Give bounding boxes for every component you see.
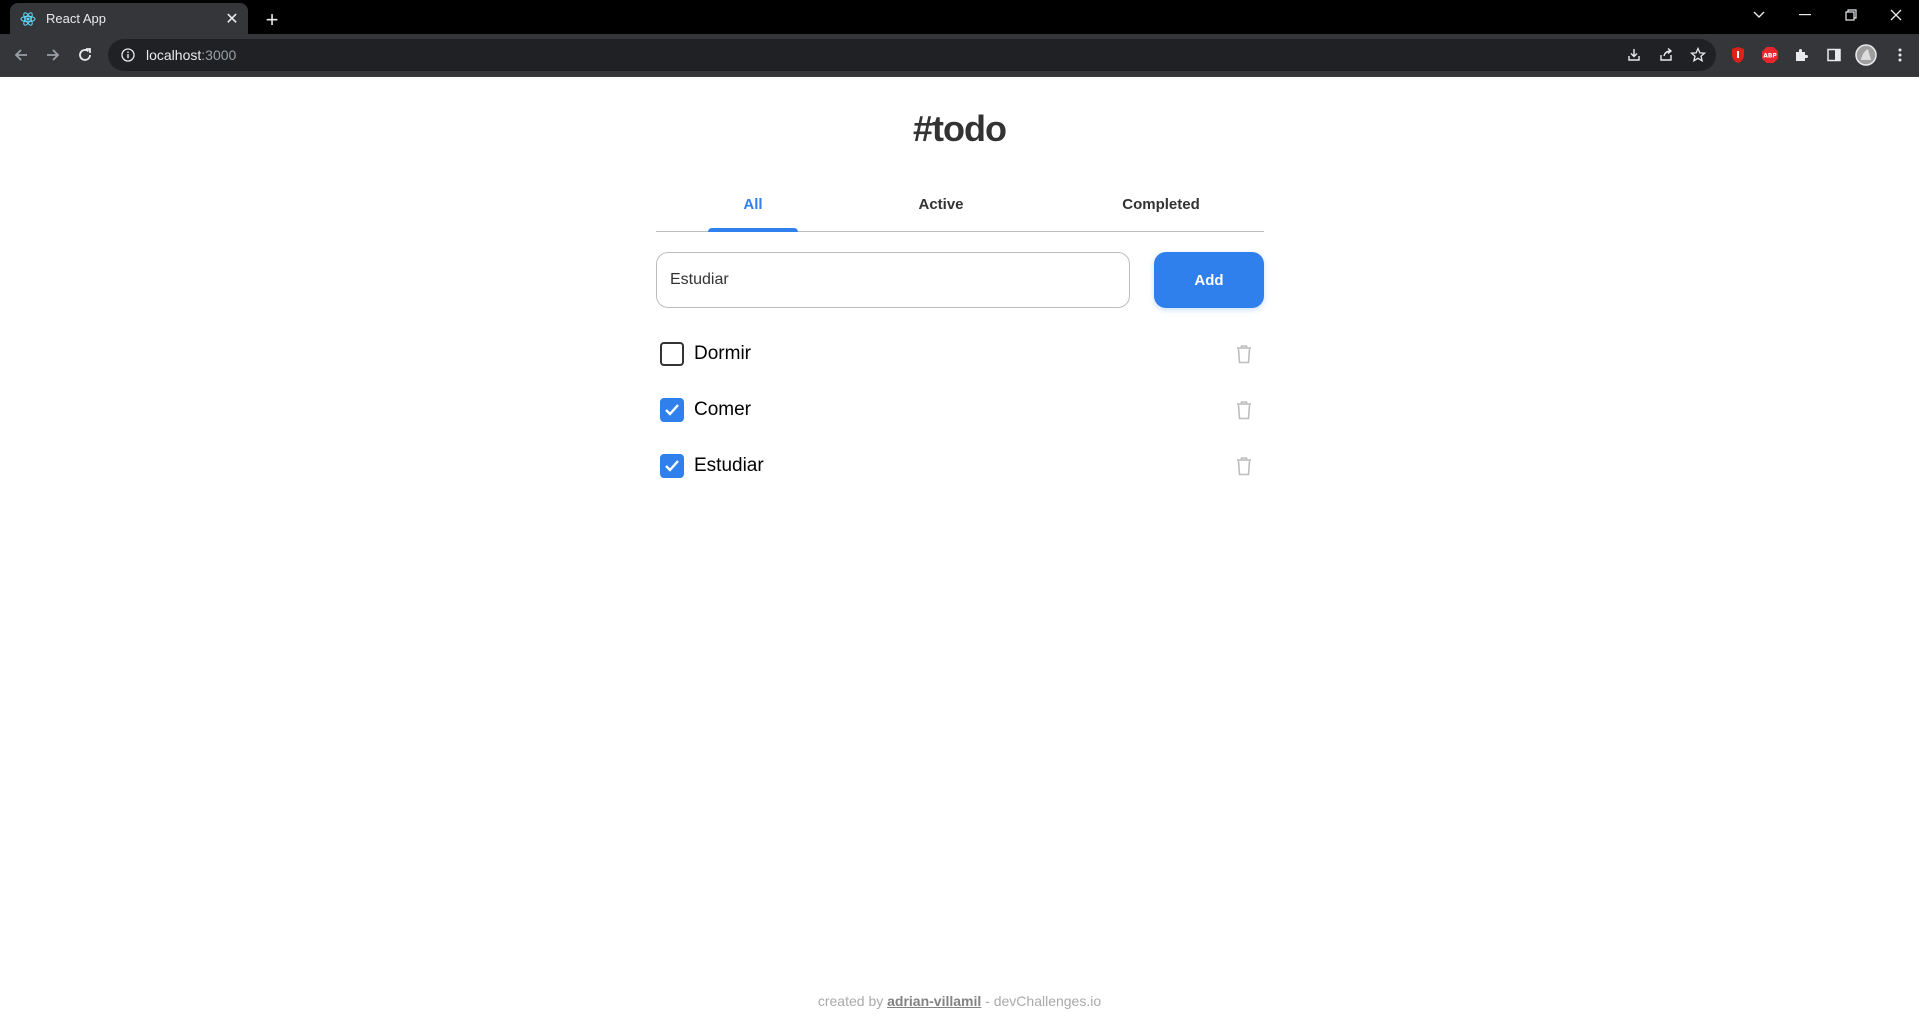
info-icon[interactable] xyxy=(120,47,136,63)
url-host: localhost xyxy=(146,47,202,63)
task-input[interactable] xyxy=(656,252,1130,308)
tab-label: Active xyxy=(918,196,964,213)
hand-stop-icon xyxy=(1732,47,1744,63)
side-panel-button[interactable] xyxy=(1820,41,1848,69)
side-panel-icon xyxy=(1827,48,1841,62)
tab-completed[interactable]: Completed xyxy=(1096,196,1226,232)
todo-label: Dormir xyxy=(694,343,751,364)
checkmark-icon xyxy=(665,404,679,416)
share-button[interactable] xyxy=(1652,41,1680,69)
list-item: Estudiar xyxy=(656,438,1264,494)
extension-adblock-button[interactable] xyxy=(1724,41,1752,69)
toolbar-divider xyxy=(0,76,1919,77)
share-icon xyxy=(1660,47,1673,61)
footer-suffix: - devChallenges.io xyxy=(981,993,1102,1009)
arrow-left-icon xyxy=(14,49,27,61)
author-link[interactable]: adrian-villamil xyxy=(887,993,981,1009)
tab-all[interactable]: All xyxy=(708,196,798,232)
avatar xyxy=(1855,44,1877,66)
page-title: #todo xyxy=(913,108,1007,149)
restore-icon xyxy=(1845,9,1857,21)
bookmark-button[interactable] xyxy=(1684,41,1712,69)
kebab-menu-icon xyxy=(1898,48,1902,62)
extensions-button[interactable] xyxy=(1788,41,1816,69)
todo-list: Dormir Comer Estudiar xyxy=(656,326,1264,494)
profile-button[interactable] xyxy=(1852,41,1880,69)
reload-icon xyxy=(79,48,91,61)
footer-prefix: created by xyxy=(817,993,888,1009)
abp-icon: ABP xyxy=(1762,47,1778,63)
new-tab-button[interactable]: + xyxy=(258,6,286,34)
footer: created by adrian-villamil - devChalleng… xyxy=(0,993,1919,1009)
trash-icon[interactable] xyxy=(1232,342,1256,366)
browser-tab[interactable]: React App ✕ xyxy=(10,3,248,34)
puzzle-icon xyxy=(1796,49,1808,61)
todo-checkbox[interactable] xyxy=(660,342,684,366)
chevron-down-icon xyxy=(1753,11,1765,18)
filter-tabs: All Active Completed xyxy=(656,186,1264,232)
browser-menu-button[interactable] xyxy=(1886,41,1914,69)
forward-button[interactable] xyxy=(39,41,67,69)
install-app-button[interactable] xyxy=(1620,41,1648,69)
browser-tabstrip: React App ✕ + xyxy=(0,0,1919,34)
minimize-button[interactable] xyxy=(1782,0,1828,30)
tab-active[interactable]: Active xyxy=(896,196,986,232)
restore-button[interactable] xyxy=(1828,0,1874,30)
react-icon xyxy=(20,11,36,27)
reload-button[interactable] xyxy=(71,41,99,69)
todo-checkbox[interactable] xyxy=(660,454,684,478)
tab-search-button[interactable] xyxy=(1736,0,1782,30)
trash-icon[interactable] xyxy=(1232,398,1256,422)
tab-label: Completed xyxy=(1122,196,1200,213)
browser-toolbar: localhost:3000 ABP xyxy=(0,34,1919,76)
window-close-button[interactable] xyxy=(1873,0,1919,30)
add-button[interactable]: Add xyxy=(1154,252,1264,308)
address-bar[interactable]: localhost:3000 xyxy=(108,39,1716,71)
close-icon[interactable]: ✕ xyxy=(222,9,242,29)
list-item: Comer xyxy=(656,382,1264,438)
back-button[interactable] xyxy=(7,41,35,69)
install-icon xyxy=(1628,49,1640,61)
plus-icon: + xyxy=(265,7,279,32)
todo-label: Estudiar xyxy=(694,455,764,476)
svg-text:ABP: ABP xyxy=(1763,53,1777,60)
tab-label: All xyxy=(743,196,763,213)
arrow-right-icon xyxy=(47,49,60,61)
star-icon xyxy=(1690,47,1706,63)
checkmark-icon xyxy=(665,460,679,472)
active-tab-indicator xyxy=(708,228,798,232)
add-task-form: Add xyxy=(656,252,1264,308)
trash-icon[interactable] xyxy=(1232,454,1256,478)
todo-label: Comer xyxy=(694,399,752,420)
todo-checkbox[interactable] xyxy=(660,398,684,422)
tab-title: React App xyxy=(46,11,106,26)
close-icon xyxy=(1890,9,1902,21)
url-port: :3000 xyxy=(201,47,237,63)
minimize-icon xyxy=(1799,14,1811,16)
extension-abp-button[interactable]: ABP xyxy=(1756,41,1784,69)
list-item: Dormir xyxy=(656,326,1264,382)
